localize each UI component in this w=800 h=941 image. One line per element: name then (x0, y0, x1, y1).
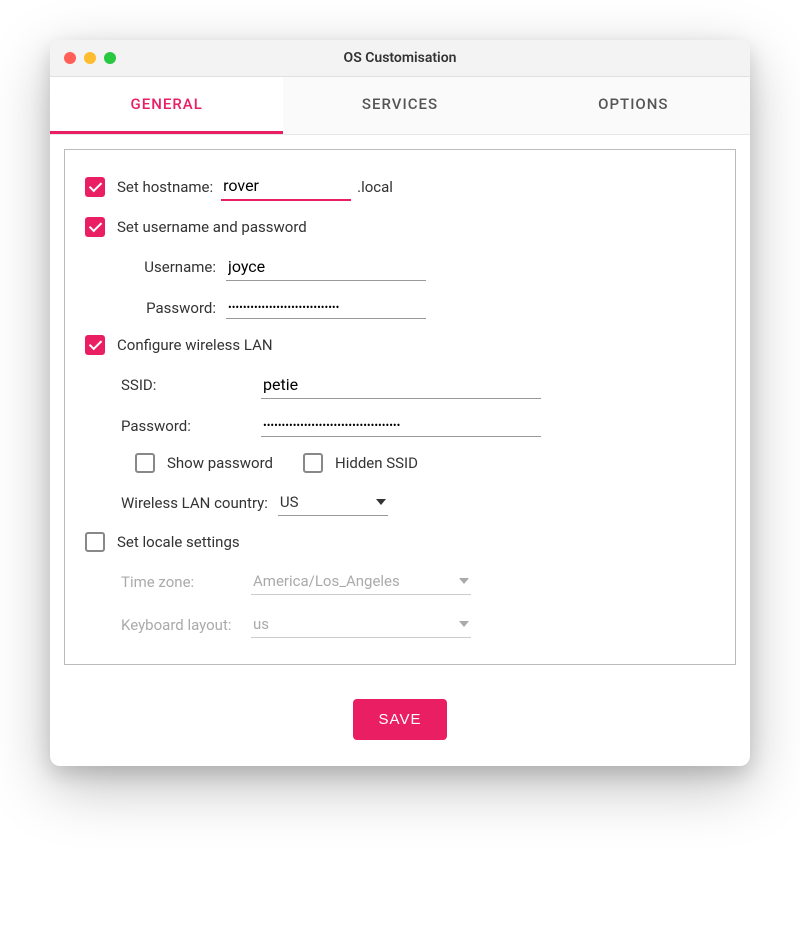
userpass-label: Set username and password (117, 218, 307, 236)
tab-options[interactable]: OPTIONS (517, 77, 750, 134)
wlan-country-value: US (280, 493, 299, 511)
wlan-country-select[interactable]: US (278, 489, 388, 516)
chevron-down-icon (459, 621, 469, 627)
footer: SAVE (50, 679, 750, 766)
wlan-row: Configure wireless LAN (85, 335, 715, 355)
timezone-value: America/Los_Angeles (253, 572, 400, 590)
wlan-checkbox[interactable] (85, 335, 105, 355)
show-password-checkbox[interactable] (135, 453, 155, 473)
ssid-row: SSID: (85, 371, 715, 399)
content: Set hostname: .local Set username and pa… (50, 135, 750, 679)
hidden-ssid-checkbox[interactable] (303, 453, 323, 473)
hostname-checkbox[interactable] (85, 177, 105, 197)
wlan-country-label: Wireless LAN country: (121, 494, 268, 512)
show-password-label: Show password (167, 454, 273, 472)
keyboard-row: Keyboard layout: us (85, 611, 715, 638)
wlan-password-row: Password: (85, 415, 715, 437)
hostname-suffix: .local (357, 178, 393, 196)
hidden-ssid-group: Hidden SSID (303, 453, 418, 473)
locale-checkbox[interactable] (85, 532, 105, 552)
traffic-lights (64, 52, 116, 64)
userpass-row: Set username and password (85, 217, 715, 237)
timezone-select[interactable]: America/Los_Angeles (251, 568, 471, 595)
general-panel: Set hostname: .local Set username and pa… (64, 149, 736, 665)
timezone-row: Time zone: America/Los_Angeles (85, 568, 715, 595)
password-row: Password: (85, 297, 715, 319)
titlebar: OS Customisation (50, 40, 750, 77)
wlan-password-input[interactable] (261, 415, 541, 437)
wlan-options-row: Show password Hidden SSID (85, 453, 715, 473)
username-input[interactable] (226, 253, 426, 281)
keyboard-value: us (253, 615, 269, 633)
os-customisation-window: OS Customisation GENERAL SERVICES OPTION… (50, 40, 750, 766)
show-password-group: Show password (135, 453, 273, 473)
username-row: Username: (85, 253, 715, 281)
locale-label: Set locale settings (117, 533, 240, 551)
userpass-checkbox[interactable] (85, 217, 105, 237)
tab-services[interactable]: SERVICES (283, 77, 516, 134)
save-button[interactable]: SAVE (353, 699, 448, 740)
wlan-country-row: Wireless LAN country: US (85, 489, 715, 516)
hostname-row: Set hostname: .local (85, 172, 715, 201)
timezone-label: Time zone: (121, 573, 251, 591)
password-input[interactable] (226, 297, 426, 319)
minimize-icon[interactable] (84, 52, 96, 64)
password-label: Password: (121, 299, 216, 317)
chevron-down-icon (459, 578, 469, 584)
hostname-input[interactable] (221, 172, 351, 201)
maximize-icon[interactable] (104, 52, 116, 64)
hostname-label: Set hostname: (117, 178, 213, 196)
hidden-ssid-label: Hidden SSID (335, 454, 418, 472)
keyboard-select[interactable]: us (251, 611, 471, 638)
window-title: OS Customisation (64, 50, 736, 66)
tabs: GENERAL SERVICES OPTIONS (50, 77, 750, 135)
locale-row: Set locale settings (85, 532, 715, 552)
tab-general[interactable]: GENERAL (50, 77, 283, 134)
ssid-label: SSID: (121, 376, 201, 394)
keyboard-label: Keyboard layout: (121, 616, 251, 634)
wlan-label: Configure wireless LAN (117, 336, 273, 354)
username-label: Username: (121, 258, 216, 276)
chevron-down-icon (376, 499, 386, 505)
wlan-password-label: Password: (121, 417, 201, 435)
ssid-input[interactable] (261, 371, 541, 399)
close-icon[interactable] (64, 52, 76, 64)
